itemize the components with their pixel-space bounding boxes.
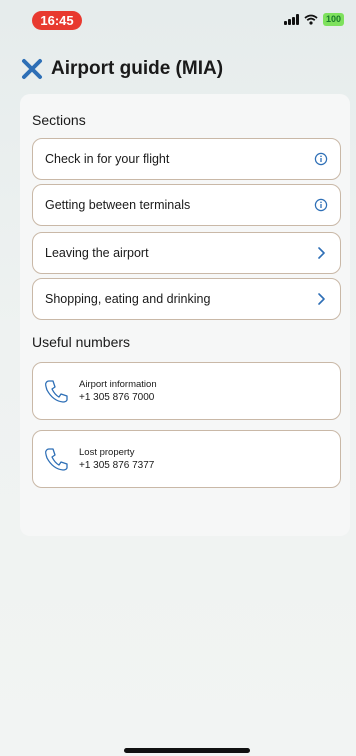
chevron-right-icon <box>318 247 325 259</box>
signal-icon <box>283 14 299 25</box>
status-time: 16:45 <box>32 11 82 30</box>
section-between-terminals[interactable]: Getting between terminals <box>32 184 341 226</box>
phone-icon <box>45 448 68 471</box>
contact-name: Airport information <box>79 379 157 390</box>
contact-number[interactable]: +1 305 876 7377 <box>79 459 154 472</box>
section-label: Shopping, eating and drinking <box>45 292 211 306</box>
section-label: Getting between terminals <box>45 198 191 212</box>
chevron-right-icon <box>318 293 325 305</box>
info-icon <box>314 152 328 166</box>
sections-heading: Sections <box>32 112 86 128</box>
contact-lost-property[interactable]: Lost property +1 305 876 7377 <box>32 430 341 488</box>
phone-icon <box>45 380 68 403</box>
contact-number[interactable]: +1 305 876 7000 <box>79 391 157 404</box>
section-check-in[interactable]: Check in for your flight <box>32 138 341 180</box>
wifi-icon <box>304 14 318 25</box>
content-panel: Sections Check in for your flight Gettin… <box>20 94 350 536</box>
section-label: Check in for your flight <box>45 152 170 166</box>
section-shopping[interactable]: Shopping, eating and drinking <box>32 278 341 320</box>
section-leaving-airport[interactable]: Leaving the airport <box>32 232 341 274</box>
contact-name: Lost property <box>79 447 135 458</box>
close-x-icon[interactable] <box>21 58 43 80</box>
contact-airport-information[interactable]: Airport information +1 305 876 7000 <box>32 362 341 420</box>
home-indicator[interactable] <box>124 748 250 753</box>
useful-numbers-heading: Useful numbers <box>32 334 131 350</box>
page-title: Airport guide (MIA) <box>51 58 224 79</box>
info-icon <box>314 198 328 212</box>
section-label: Leaving the airport <box>45 246 149 260</box>
status-indicators: 100 <box>283 13 344 26</box>
page-header: Airport guide (MIA) <box>21 58 223 80</box>
status-bar: 16:45 100 <box>0 0 356 36</box>
battery-indicator: 100 <box>322 13 344 26</box>
